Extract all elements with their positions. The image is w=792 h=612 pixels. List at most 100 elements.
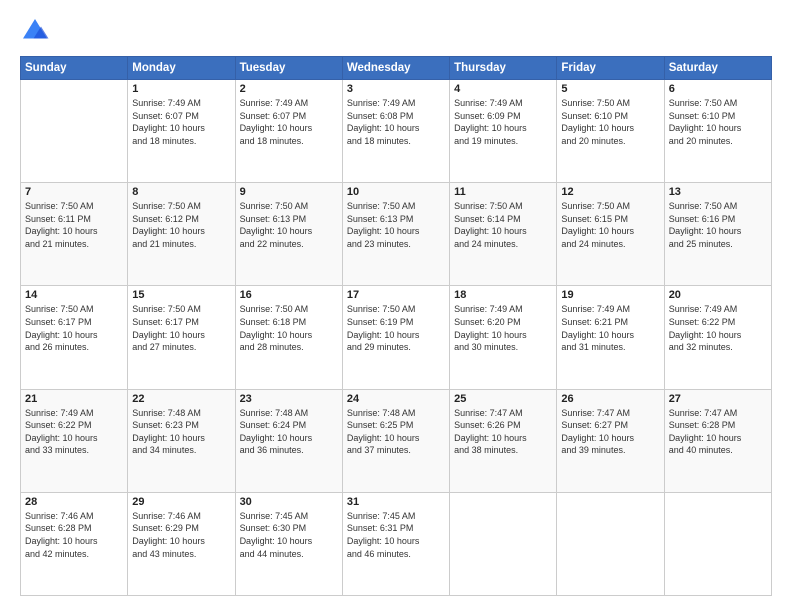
- calendar-cell: 6 Sunrise: 7:50 AM Sunset: 6:10 PM Daylig…: [664, 80, 771, 183]
- day-number: 27: [669, 393, 767, 405]
- day-number: 3: [347, 83, 445, 95]
- calendar-week-row: 21Sunrise: 7:49 AM Sunset: 6:22 PM Dayli…: [21, 389, 772, 492]
- day-number: 29: [132, 496, 230, 508]
- calendar-cell: 30 Sunrise: 7:45 AM Sunset: 6:30 PM Dayli…: [235, 492, 342, 595]
- day-info: Sunrise: 7:46 AM Sunset: 6:29 PM Dayligh…: [132, 510, 230, 560]
- day-number: 4: [454, 83, 552, 95]
- day-info: Sunrise: 7:50 AM Sunset: 6:17 PM Dayligh…: [25, 303, 123, 353]
- calendar-cell: 20 Sunrise: 7:49 AM Sunset: 6:22 PM Dayli…: [664, 286, 771, 389]
- day-info: Sunrise: 7:50 AM Sunset: 6:10 PM Dayligh…: [561, 97, 659, 147]
- logo: [20, 16, 54, 46]
- day-number: 9: [240, 186, 338, 198]
- day-number: 7: [25, 186, 123, 198]
- day-header-monday: Monday: [128, 57, 235, 80]
- calendar-cell: 22 Sunrise: 7:48 AM Sunset: 6:23 PM Dayli…: [128, 389, 235, 492]
- calendar-cell: 27 Sunrise: 7:47 AM Sunset: 6:28 PM Dayli…: [664, 389, 771, 492]
- day-info: Sunrise: 7:50 AM Sunset: 6:16 PM Dayligh…: [669, 200, 767, 250]
- day-number: 12: [561, 186, 659, 198]
- calendar-week-row: 28Sunrise: 7:46 AM Sunset: 6:28 PM Dayli…: [21, 492, 772, 595]
- day-number: 23: [240, 393, 338, 405]
- calendar-cell: 11Sunrise: 7:50 AM Sunset: 6:14 PM Dayli…: [450, 183, 557, 286]
- day-header-wednesday: Wednesday: [342, 57, 449, 80]
- day-info: Sunrise: 7:49 AM Sunset: 6:07 PM Dayligh…: [132, 97, 230, 147]
- day-info: Sunrise: 7:49 AM Sunset: 6:07 PM Dayligh…: [240, 97, 338, 147]
- day-number: 19: [561, 289, 659, 301]
- calendar-cell: 29 Sunrise: 7:46 AM Sunset: 6:29 PM Dayli…: [128, 492, 235, 595]
- logo-icon: [20, 16, 50, 46]
- calendar-cell: 18 Sunrise: 7:49 AM Sunset: 6:20 PM Dayli…: [450, 286, 557, 389]
- day-number: 31: [347, 496, 445, 508]
- day-info: Sunrise: 7:49 AM Sunset: 6:08 PM Dayligh…: [347, 97, 445, 147]
- day-number: 2: [240, 83, 338, 95]
- calendar-cell: 19 Sunrise: 7:49 AM Sunset: 6:21 PM Dayli…: [557, 286, 664, 389]
- calendar-cell: 24 Sunrise: 7:48 AM Sunset: 6:25 PM Dayli…: [342, 389, 449, 492]
- day-number: 15: [132, 289, 230, 301]
- day-number: 24: [347, 393, 445, 405]
- day-info: Sunrise: 7:47 AM Sunset: 6:26 PM Dayligh…: [454, 407, 552, 457]
- day-info: Sunrise: 7:50 AM Sunset: 6:15 PM Dayligh…: [561, 200, 659, 250]
- calendar-cell: 21Sunrise: 7:49 AM Sunset: 6:22 PM Dayli…: [21, 389, 128, 492]
- calendar-cell: 10 Sunrise: 7:50 AM Sunset: 6:13 PM Dayli…: [342, 183, 449, 286]
- calendar-cell: 31 Sunrise: 7:45 AM Sunset: 6:31 PM Dayli…: [342, 492, 449, 595]
- day-info: Sunrise: 7:48 AM Sunset: 6:23 PM Dayligh…: [132, 407, 230, 457]
- day-header-thursday: Thursday: [450, 57, 557, 80]
- day-info: Sunrise: 7:47 AM Sunset: 6:28 PM Dayligh…: [669, 407, 767, 457]
- calendar-cell: 5Sunrise: 7:50 AM Sunset: 6:10 PM Daylig…: [557, 80, 664, 183]
- day-info: Sunrise: 7:50 AM Sunset: 6:10 PM Dayligh…: [669, 97, 767, 147]
- day-number: 26: [561, 393, 659, 405]
- day-info: Sunrise: 7:50 AM Sunset: 6:13 PM Dayligh…: [347, 200, 445, 250]
- day-number: 11: [454, 186, 552, 198]
- day-number: 13: [669, 186, 767, 198]
- calendar-cell: 28Sunrise: 7:46 AM Sunset: 6:28 PM Dayli…: [21, 492, 128, 595]
- calendar-cell: [557, 492, 664, 595]
- day-number: 22: [132, 393, 230, 405]
- day-header-tuesday: Tuesday: [235, 57, 342, 80]
- day-number: 28: [25, 496, 123, 508]
- day-info: Sunrise: 7:49 AM Sunset: 6:20 PM Dayligh…: [454, 303, 552, 353]
- day-info: Sunrise: 7:48 AM Sunset: 6:25 PM Dayligh…: [347, 407, 445, 457]
- calendar-cell: [450, 492, 557, 595]
- day-info: Sunrise: 7:45 AM Sunset: 6:31 PM Dayligh…: [347, 510, 445, 560]
- day-number: 6: [669, 83, 767, 95]
- day-number: 25: [454, 393, 552, 405]
- day-number: 1: [132, 83, 230, 95]
- calendar: SundayMondayTuesdayWednesdayThursdayFrid…: [20, 56, 772, 596]
- day-header-friday: Friday: [557, 57, 664, 80]
- calendar-week-row: 1 Sunrise: 7:49 AM Sunset: 6:07 PM Daylig…: [21, 80, 772, 183]
- day-info: Sunrise: 7:50 AM Sunset: 6:19 PM Dayligh…: [347, 303, 445, 353]
- calendar-cell: [664, 492, 771, 595]
- day-header-saturday: Saturday: [664, 57, 771, 80]
- calendar-cell: 1 Sunrise: 7:49 AM Sunset: 6:07 PM Daylig…: [128, 80, 235, 183]
- calendar-cell: 2 Sunrise: 7:49 AM Sunset: 6:07 PM Daylig…: [235, 80, 342, 183]
- calendar-cell: 9 Sunrise: 7:50 AM Sunset: 6:13 PM Daylig…: [235, 183, 342, 286]
- calendar-cell: 23Sunrise: 7:48 AM Sunset: 6:24 PM Dayli…: [235, 389, 342, 492]
- calendar-cell: 25 Sunrise: 7:47 AM Sunset: 6:26 PM Dayli…: [450, 389, 557, 492]
- page: SundayMondayTuesdayWednesdayThursdayFrid…: [0, 0, 792, 612]
- calendar-cell: 16Sunrise: 7:50 AM Sunset: 6:18 PM Dayli…: [235, 286, 342, 389]
- day-info: Sunrise: 7:45 AM Sunset: 6:30 PM Dayligh…: [240, 510, 338, 560]
- day-header-sunday: Sunday: [21, 57, 128, 80]
- calendar-cell: 14Sunrise: 7:50 AM Sunset: 6:17 PM Dayli…: [21, 286, 128, 389]
- calendar-cell: 12 Sunrise: 7:50 AM Sunset: 6:15 PM Dayli…: [557, 183, 664, 286]
- calendar-cell: 26Sunrise: 7:47 AM Sunset: 6:27 PM Dayli…: [557, 389, 664, 492]
- calendar-cell: 17Sunrise: 7:50 AM Sunset: 6:19 PM Dayli…: [342, 286, 449, 389]
- day-number: 30: [240, 496, 338, 508]
- day-info: Sunrise: 7:49 AM Sunset: 6:22 PM Dayligh…: [669, 303, 767, 353]
- day-info: Sunrise: 7:50 AM Sunset: 6:11 PM Dayligh…: [25, 200, 123, 250]
- day-info: Sunrise: 7:49 AM Sunset: 6:21 PM Dayligh…: [561, 303, 659, 353]
- day-number: 10: [347, 186, 445, 198]
- calendar-cell: 4Sunrise: 7:49 AM Sunset: 6:09 PM Daylig…: [450, 80, 557, 183]
- calendar-week-row: 7 Sunrise: 7:50 AM Sunset: 6:11 PM Daylig…: [21, 183, 772, 286]
- calendar-cell: 7 Sunrise: 7:50 AM Sunset: 6:11 PM Daylig…: [21, 183, 128, 286]
- calendar-cell: 8 Sunrise: 7:50 AM Sunset: 6:12 PM Daylig…: [128, 183, 235, 286]
- calendar-week-row: 14Sunrise: 7:50 AM Sunset: 6:17 PM Dayli…: [21, 286, 772, 389]
- day-info: Sunrise: 7:50 AM Sunset: 6:18 PM Dayligh…: [240, 303, 338, 353]
- day-number: 20: [669, 289, 767, 301]
- calendar-cell: [21, 80, 128, 183]
- day-number: 8: [132, 186, 230, 198]
- day-number: 21: [25, 393, 123, 405]
- day-info: Sunrise: 7:50 AM Sunset: 6:12 PM Dayligh…: [132, 200, 230, 250]
- calendar-cell: 15Sunrise: 7:50 AM Sunset: 6:17 PM Dayli…: [128, 286, 235, 389]
- day-number: 18: [454, 289, 552, 301]
- day-info: Sunrise: 7:50 AM Sunset: 6:13 PM Dayligh…: [240, 200, 338, 250]
